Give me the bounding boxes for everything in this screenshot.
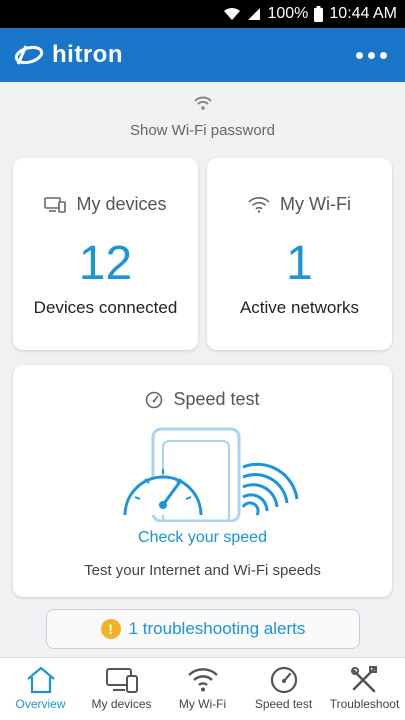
wifi-signal-icon bbox=[224, 7, 241, 20]
show-wifi-password-label: Show Wi-Fi password bbox=[129, 122, 276, 139]
devices-count: 12 bbox=[78, 237, 133, 290]
tools-icon bbox=[350, 666, 377, 693]
my-wifi-card[interactable]: My Wi-Fi 1 Active networks bbox=[207, 158, 392, 350]
battery-icon bbox=[314, 6, 324, 22]
app-bar: hitron bbox=[0, 28, 405, 82]
more-options-button[interactable] bbox=[352, 46, 391, 65]
cell-signal-icon bbox=[248, 8, 261, 20]
dot-icon bbox=[356, 51, 363, 59]
devices-icon bbox=[44, 196, 67, 213]
nav-my-devices[interactable]: My devices bbox=[81, 658, 162, 720]
nav-my-wifi[interactable]: My Wi-Fi bbox=[162, 658, 243, 720]
speed-test-card[interactable]: Speed test Check your speed Test your In… bbox=[13, 365, 392, 597]
home-icon bbox=[26, 666, 55, 694]
devices-icon bbox=[105, 668, 138, 693]
my-devices-card-header: My devices bbox=[13, 194, 198, 215]
dot-icon bbox=[380, 51, 387, 59]
nav-my-devices-label: My devices bbox=[91, 697, 152, 711]
nav-speed-test-label: Speed test bbox=[254, 697, 313, 711]
status-bar: 100% 10:44 AM bbox=[0, 0, 405, 28]
brand-logo: hitron bbox=[14, 41, 123, 69]
speed-test-card-title: Speed test bbox=[173, 389, 260, 409]
brand-name: hitron bbox=[52, 41, 123, 68]
wifi-icon bbox=[248, 196, 270, 213]
nav-overview-label: Overview bbox=[15, 697, 66, 711]
wifi-icon bbox=[187, 668, 218, 692]
warning-icon: ! bbox=[100, 619, 121, 639]
devices-connected-label: Devices connected bbox=[33, 298, 178, 317]
nav-troubleshoot-label: Troubleshoot bbox=[329, 697, 400, 711]
troubleshooting-alerts-label: 1 troubleshooting alerts bbox=[128, 619, 306, 638]
my-devices-card-title: My devices bbox=[76, 194, 167, 214]
battery-percent: 100% bbox=[267, 5, 309, 22]
nav-troubleshoot[interactable]: Troubleshoot bbox=[324, 658, 405, 720]
clock: 10:44 AM bbox=[329, 5, 397, 22]
my-wifi-card-header: My Wi-Fi bbox=[207, 194, 392, 215]
troubleshooting-alerts-button[interactable]: ! 1 troubleshooting alerts bbox=[46, 609, 360, 649]
speedometer-icon bbox=[270, 666, 297, 694]
active-networks-label: Active networks bbox=[239, 298, 360, 317]
wifi-icon bbox=[193, 96, 212, 110]
speedometer-icon bbox=[146, 391, 163, 408]
nav-overview[interactable]: Overview bbox=[0, 658, 81, 720]
dot-icon bbox=[368, 51, 375, 59]
hitron-logo-icon bbox=[14, 45, 44, 65]
my-wifi-card-title: My Wi-Fi bbox=[280, 194, 351, 214]
show-wifi-password-button[interactable]: Show Wi-Fi password bbox=[0, 96, 405, 139]
speed-test-description: Test your Internet and Wi-Fi speeds bbox=[84, 562, 321, 579]
nav-my-wifi-label: My Wi-Fi bbox=[178, 697, 227, 711]
my-devices-card[interactable]: My devices 12 Devices connected bbox=[13, 158, 198, 350]
check-your-speed-link[interactable]: Check your speed bbox=[13, 529, 392, 547]
bottom-navigation: Overview My devices My Wi-Fi Speed test bbox=[0, 657, 405, 720]
speed-test-card-header: Speed test bbox=[13, 389, 392, 410]
speed-test-illustration bbox=[123, 427, 299, 522]
nav-speed-test[interactable]: Speed test bbox=[243, 658, 324, 720]
active-networks-count: 1 bbox=[286, 237, 313, 290]
